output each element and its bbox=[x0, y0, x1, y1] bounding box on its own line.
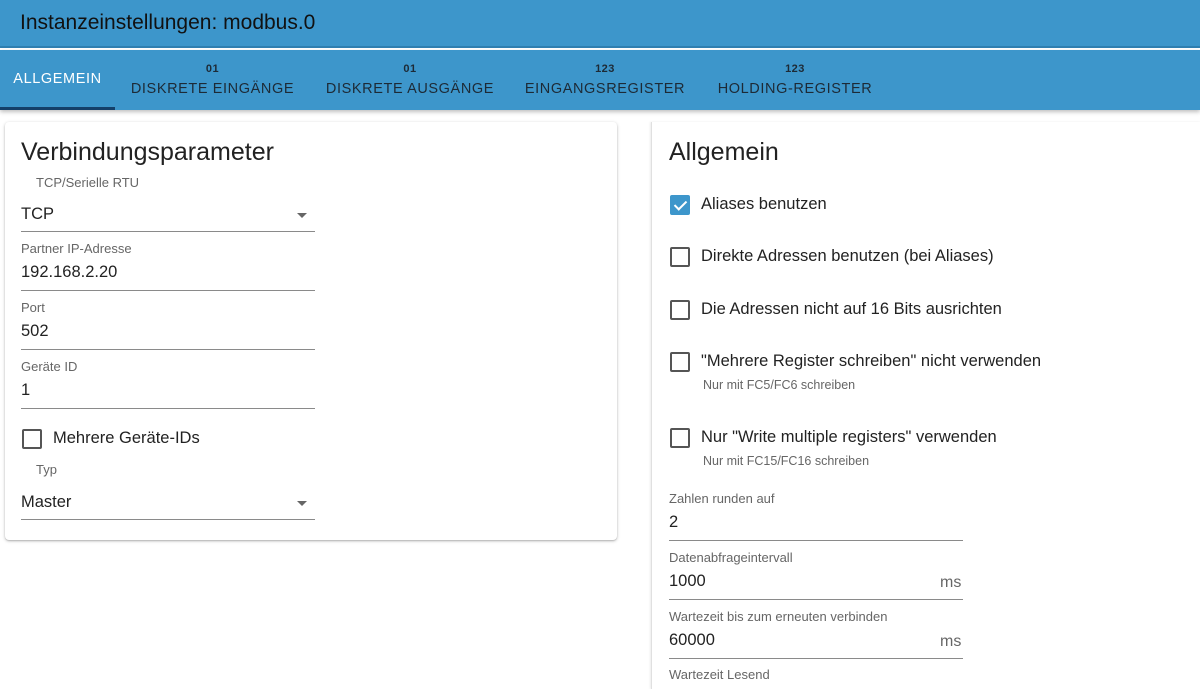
no-16bit-align-checkbox[interactable] bbox=[670, 300, 690, 320]
field-underline bbox=[21, 290, 315, 291]
numeric-icon: 123 bbox=[785, 63, 805, 75]
general-panel: Allgemein Aliases benutzen Direkte Adres… bbox=[651, 122, 1200, 689]
reconnect-value: 60000 bbox=[669, 631, 715, 649]
field-underline bbox=[21, 349, 315, 350]
tab-label: EINGANGSREGISTER bbox=[524, 81, 686, 97]
numeric-icon: 123 bbox=[595, 63, 615, 75]
mode-select[interactable]: TCP bbox=[21, 200, 315, 232]
poll-input[interactable]: 1000 ms bbox=[669, 567, 963, 600]
no-multi-write-hint: Nur mit FC5/FC6 schreiben bbox=[703, 378, 856, 392]
poll-unit: ms bbox=[940, 574, 962, 591]
port-label: Port bbox=[21, 300, 45, 315]
round-label: Zahlen runden auf bbox=[669, 491, 775, 506]
window-title: Instanzeinstellungen: modbus.0 bbox=[20, 11, 316, 34]
direct-addresses-checkbox[interactable] bbox=[670, 247, 690, 267]
mode-label: TCP/Serielle RTU bbox=[36, 175, 140, 190]
general-title: Allgemein bbox=[669, 138, 779, 166]
tab-diskrete-ausgaenge[interactable]: 01 DISKRETE AUSGÄNGE bbox=[315, 50, 505, 110]
ip-input[interactable]: 192.168.2.20 bbox=[21, 258, 315, 291]
reconnect-unit: ms bbox=[940, 633, 962, 650]
multi-ids-label[interactable]: Mehrere Geräte-IDs bbox=[53, 429, 200, 448]
reconnect-input[interactable]: 60000 ms bbox=[669, 626, 963, 659]
field-underline bbox=[21, 231, 315, 232]
dropdown-arrow-icon bbox=[297, 501, 307, 506]
no-multi-write-checkbox[interactable] bbox=[670, 352, 690, 372]
tab-bar: ALLGEMEIN 01 DISKRETE EINGÄNGE 01 DISKRE… bbox=[0, 50, 1200, 110]
no-16bit-align-label[interactable]: Die Adressen nicht auf 16 Bits ausrichte… bbox=[701, 300, 1002, 319]
mode-value: TCP bbox=[21, 205, 54, 223]
only-multi-write-label[interactable]: Nur "Write multiple registers" verwenden bbox=[701, 428, 997, 447]
title-bar: Instanzeinstellungen: modbus.0 bbox=[0, 0, 1200, 48]
connection-title: Verbindungsparameter bbox=[21, 138, 274, 166]
tab-label: DISKRETE AUSGÄNGE bbox=[325, 81, 495, 97]
active-tab-indicator bbox=[0, 107, 115, 110]
field-underline bbox=[21, 519, 315, 520]
tab-label: HOLDING-REGISTER bbox=[717, 81, 873, 97]
port-value: 502 bbox=[21, 322, 49, 340]
connection-card: Verbindungsparameter TCP/Serielle RTU TC… bbox=[5, 122, 617, 540]
type-label: Typ bbox=[36, 462, 57, 477]
read-timeout-label: Wartezeit Lesend bbox=[669, 667, 770, 682]
tab-allgemein[interactable]: ALLGEMEIN bbox=[0, 50, 115, 110]
type-value: Master bbox=[21, 493, 72, 511]
device-id-label: Geräte ID bbox=[21, 359, 78, 374]
field-underline bbox=[21, 408, 315, 409]
tab-diskrete-eingaenge[interactable]: 01 DISKRETE EINGÄNGE bbox=[120, 50, 305, 110]
reconnect-label: Wartezeit bis zum erneuten verbinden bbox=[669, 609, 888, 624]
device-id-input[interactable]: 1 bbox=[21, 376, 315, 409]
tab-label: ALLGEMEIN bbox=[13, 71, 102, 87]
tab-holding-register[interactable]: 123 HOLDING-REGISTER bbox=[705, 50, 885, 110]
round-input[interactable]: 2 bbox=[669, 508, 963, 541]
only-multi-write-checkbox[interactable] bbox=[670, 428, 690, 448]
ip-value: 192.168.2.20 bbox=[21, 263, 118, 281]
port-input[interactable]: 502 bbox=[21, 317, 315, 350]
field-underline bbox=[669, 658, 963, 659]
binary-icon: 01 bbox=[205, 63, 220, 75]
field-underline bbox=[669, 599, 963, 600]
direct-addresses-label[interactable]: Direkte Adressen benutzen (bei Aliases) bbox=[701, 247, 994, 266]
only-multi-write-hint: Nur mit FC15/FC16 schreiben bbox=[703, 454, 870, 468]
dropdown-arrow-icon bbox=[297, 213, 307, 218]
device-id-value: 1 bbox=[21, 381, 31, 399]
binary-icon: 01 bbox=[403, 63, 417, 75]
multi-ids-checkbox[interactable] bbox=[22, 429, 42, 449]
poll-label: Datenabfrageintervall bbox=[669, 550, 793, 565]
tab-label: DISKRETE EINGÄNGE bbox=[130, 81, 295, 97]
type-select[interactable]: Master bbox=[21, 488, 315, 520]
ip-label: Partner IP-Adresse bbox=[21, 241, 132, 256]
aliases-label[interactable]: Aliases benutzen bbox=[701, 195, 827, 214]
no-multi-write-label[interactable]: "Mehrere Register schreiben" nicht verwe… bbox=[701, 352, 1041, 371]
tab-eingangsregister[interactable]: 123 EINGANGSREGISTER bbox=[515, 50, 695, 110]
round-value: 2 bbox=[669, 513, 679, 531]
poll-value: 1000 bbox=[669, 572, 706, 590]
field-underline bbox=[669, 540, 963, 541]
aliases-checkbox[interactable] bbox=[670, 195, 690, 215]
